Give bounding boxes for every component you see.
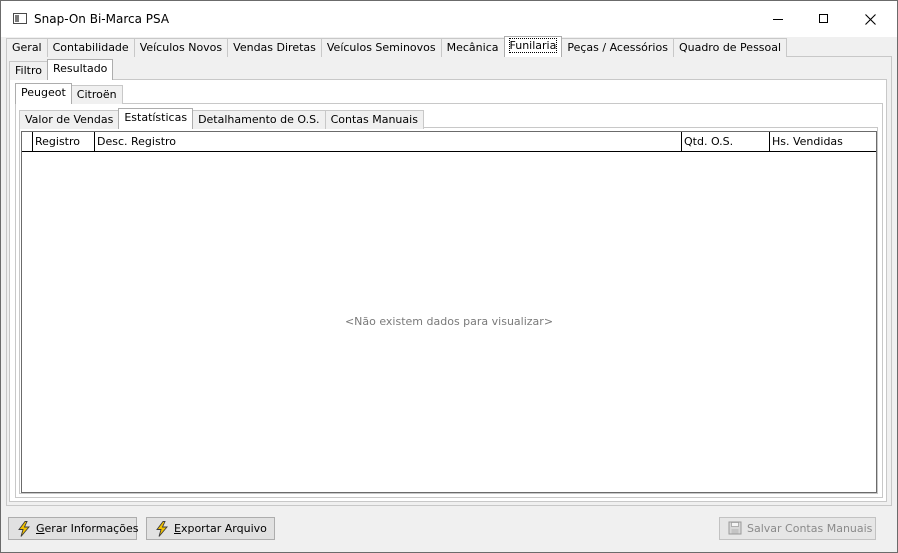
close-icon bbox=[865, 14, 876, 25]
brand-tab-citroen[interactable]: Citroën bbox=[70, 85, 123, 104]
row-indicator-header bbox=[22, 132, 33, 151]
salvar-contas-manuais-label: Salvar Contas Manuais bbox=[747, 522, 873, 535]
exportar-arquivo-label: Exportar Arquivo bbox=[174, 522, 267, 535]
gerar-informacoes-button[interactable]: Gerar Informações bbox=[8, 517, 139, 540]
report-tab-contas-manuais[interactable]: Contas Manuais bbox=[324, 110, 424, 129]
column-header-qtd-os[interactable]: Qtd. O.S. bbox=[682, 132, 770, 151]
lightning-icon bbox=[155, 520, 169, 537]
tab-funilaria[interactable]: Funilaria bbox=[503, 36, 563, 57]
report-tab-estatisticas[interactable]: Estatísticas bbox=[118, 108, 194, 129]
brand-tab-peugeot[interactable]: Peugeot bbox=[15, 83, 72, 104]
minimize-button[interactable] bbox=[755, 1, 801, 37]
subtab-filtro[interactable]: Filtro bbox=[9, 61, 48, 80]
report-tab-valor-de-vendas[interactable]: Valor de Vendas bbox=[19, 110, 120, 129]
close-button[interactable] bbox=[847, 1, 893, 37]
column-header-hs-vendidas[interactable]: Hs. Vendidas bbox=[770, 132, 874, 151]
title-bar: Snap-On Bi-Marca PSA bbox=[1, 1, 897, 37]
tab-vendas-diretas[interactable]: Vendas Diretas bbox=[227, 38, 322, 57]
salvar-contas-manuais-button[interactable]: Salvar Contas Manuais bbox=[719, 517, 876, 540]
main-tabs: Geral Contabilidade Veículos Novos Vendas D… bbox=[6, 36, 788, 57]
lightning-icon bbox=[17, 520, 31, 537]
save-disk-icon bbox=[728, 521, 742, 537]
app-icon bbox=[13, 13, 27, 24]
gerar-informacoes-label: Gerar Informações bbox=[36, 522, 139, 535]
empty-grid-message: <Não existem dados para visualizar> bbox=[344, 315, 554, 328]
brand-tabs: Peugeot Citroën bbox=[15, 83, 123, 104]
tab-veiculos-seminovos[interactable]: Veículos Seminovos bbox=[320, 38, 442, 57]
subtab-resultado[interactable]: Resultado bbox=[46, 59, 114, 80]
tab-geral[interactable]: Geral bbox=[6, 38, 48, 57]
report-tabs: Valor de Vendas Estatísticas Detalhamento … bbox=[19, 108, 424, 129]
tab-veiculos-novos[interactable]: Veículos Novos bbox=[133, 38, 229, 57]
window-title: Snap-On Bi-Marca PSA bbox=[34, 12, 170, 26]
tab-quadro-de-pessoal[interactable]: Quadro de Pessoal bbox=[672, 38, 788, 57]
tab-mecanica[interactable]: Mecânica bbox=[440, 38, 505, 57]
column-header-registro[interactable]: Registro bbox=[33, 132, 95, 151]
grid-header: Registro Desc. Registro Qtd. O.S. Hs. Ve… bbox=[22, 132, 876, 152]
tab-pecas-acessorios[interactable]: Peças / Acessórios bbox=[561, 38, 674, 57]
report-tab-detalhamento-de-o-s[interactable]: Detalhamento de O.S. bbox=[192, 110, 326, 129]
maximize-button[interactable] bbox=[801, 1, 847, 37]
sub-tabs: Filtro Resultado bbox=[9, 59, 114, 80]
tab-contabilidade[interactable]: Contabilidade bbox=[46, 38, 135, 57]
data-grid[interactable]: Registro Desc. Registro Qtd. O.S. Hs. Ve… bbox=[21, 131, 877, 493]
exportar-arquivo-button[interactable]: Exportar Arquivo bbox=[146, 517, 275, 540]
column-header-desc-registro[interactable]: Desc. Registro bbox=[95, 132, 682, 151]
